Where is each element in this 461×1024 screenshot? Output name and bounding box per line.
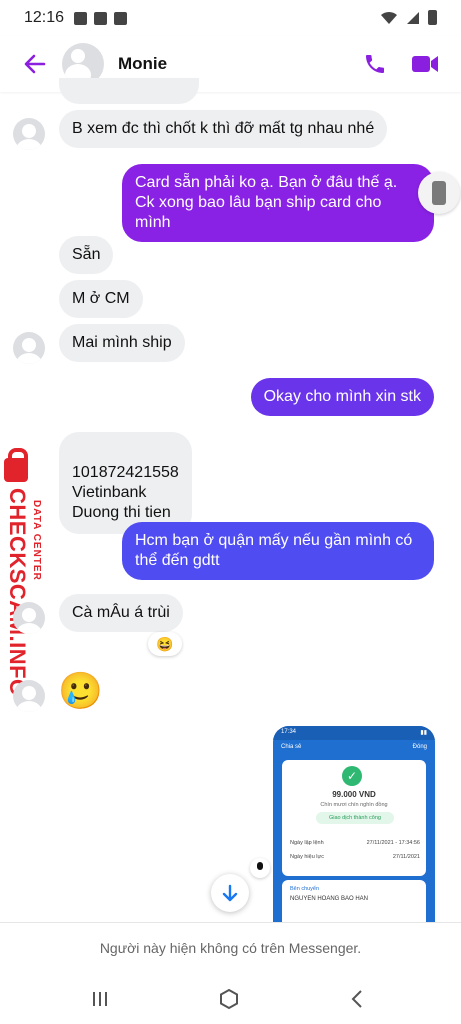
message-bubble-outgoing[interactable]: Okay cho mình xin stk: [250, 378, 434, 416]
reaction-emoji: 😆: [156, 635, 174, 652]
receipt-row: Ngày hiệu lực 27/11/2021: [290, 854, 420, 860]
android-nav-bar: [0, 972, 461, 1024]
recent-apps-icon: [93, 992, 107, 1006]
home-button[interactable]: [216, 986, 242, 1012]
gallery-icon: [74, 11, 88, 25]
receipt-card: ✓ 99.000 VND Chín mươi chín nghìn đồng G…: [282, 760, 426, 876]
message-bubble-incoming[interactable]: Sẵn: [59, 236, 114, 274]
watermark-main-text: CHECKSCAM.INFO: [5, 488, 30, 697]
signal-icon: [407, 11, 419, 24]
message-text: Mai mình ship: [72, 334, 172, 351]
receipt-row-value: 27/11/2021: [392, 854, 420, 860]
message-text: Cà mÂu á trùi: [72, 604, 170, 621]
message-text: B xem đc thì chốt k thì đỡ mất tg nhau n…: [72, 120, 375, 137]
receipt-amount-words: Chín mươi chín nghìn đồng: [320, 802, 388, 808]
receipt-share: Chia sẻ: [281, 744, 302, 750]
beneficiary-label: Bên chuyển: [290, 886, 320, 892]
phone-icon: [366, 55, 384, 73]
message-bubble-incoming[interactable]: Mai mình ship: [59, 324, 185, 362]
receipt-status-bar: 17:34 ▮▮: [273, 726, 435, 740]
recent-apps-button[interactable]: [87, 986, 113, 1012]
watermark-sub-text: DATA CENTER: [31, 500, 42, 581]
battery-icon: [428, 10, 437, 25]
notice-text: Người này hiện không có trên Messenger.: [99, 940, 362, 956]
message-bubble-partial: [59, 78, 199, 104]
emoji-text: 🥲: [58, 670, 103, 711]
home-icon: [220, 988, 238, 1010]
contact-avatar-small: [13, 118, 45, 150]
back-chevron-icon: [351, 990, 362, 1008]
voice-call-button[interactable]: [355, 44, 395, 84]
checkscam-watermark: CHECKSCAM.INFO DATA CENTER: [2, 448, 50, 697]
message-bubble-incoming[interactable]: B xem đc thì chốt k thì đỡ mất tg nhau n…: [59, 110, 388, 148]
video-camera-icon: [412, 56, 438, 72]
contact-avatar-small: [13, 332, 45, 364]
contact-name[interactable]: Monie: [118, 54, 355, 74]
wifi-icon: [381, 11, 397, 24]
arrow-down-icon: [222, 884, 238, 902]
contact-avatar-small: [13, 680, 45, 712]
handle-icon: [432, 181, 446, 205]
message-text: Sẵn: [72, 246, 101, 263]
emoji-message[interactable]: 🥲: [58, 668, 103, 714]
video-call-button[interactable]: [405, 44, 445, 84]
scroll-to-bottom-button[interactable]: [211, 874, 249, 912]
message-text: Okay cho mình xin stk: [263, 388, 421, 405]
message-bubble-incoming[interactable]: M ở CM: [59, 280, 143, 318]
seen-indicator: [250, 858, 270, 878]
back-button[interactable]: [12, 41, 58, 87]
message-bubble-outgoing[interactable]: Hcm bạn ở quận mấy nếu gần mình có thể đ…: [122, 522, 434, 580]
message-text: Card sẵn phải ko ạ. Bạn ở đâu thế ạ. Ck …: [135, 174, 398, 231]
message-bubble-outgoing[interactable]: Card sẵn phải ko ạ. Bạn ở đâu thế ạ. Ck …: [122, 164, 434, 242]
app-notification-icon: [114, 11, 128, 25]
receipt-card-beneficiary: Bên chuyển NGUYEN HOANG BAO HAN: [282, 880, 426, 926]
status-bar: 12:16: [0, 0, 461, 36]
lock-icon: [4, 448, 28, 482]
unavailable-notice: Người này hiện không có trên Messenger.: [0, 922, 461, 972]
status-right: [380, 10, 437, 25]
message-text: M ở CM: [72, 290, 130, 307]
receipt-toolbar: Chia sẻ Đóng: [273, 740, 435, 756]
bubble-handle[interactable]: [418, 172, 460, 214]
back-nav-button[interactable]: [344, 986, 370, 1012]
message-reaction[interactable]: 😆: [148, 632, 182, 656]
receipt-row-label: Ngày hiệu lực: [290, 854, 324, 860]
message-text: 101872421558 Vietinbank Duong thi tien: [72, 464, 179, 521]
message-text: Hcm bạn ở quận mấy nếu gần mình có thể đ…: [135, 532, 413, 569]
message-bubble-incoming[interactable]: 101872421558 Vietinbank Duong thi tien: [59, 432, 192, 534]
message-bubble-incoming[interactable]: Cà mÂu á trùi: [59, 594, 183, 632]
beneficiary-name: NGUYEN HOANG BAO HAN: [290, 896, 369, 902]
receipt-status-badge: Giao dịch thành công: [316, 812, 394, 824]
check-icon: ✓: [342, 766, 362, 786]
receipt-image-message[interactable]: 17:34 ▮▮ Chia sẻ Đóng ✓ 99.000 VND Chín …: [273, 726, 435, 926]
shop-icon: [94, 11, 108, 25]
receipt-time: 17:34: [281, 729, 297, 735]
receipt-signal-icon: ▮▮: [420, 730, 427, 736]
back-arrow-icon: [24, 54, 46, 74]
mic-icon: [257, 862, 263, 870]
receipt-close: Đóng: [412, 744, 427, 750]
receipt-amount: 99.000 VND: [332, 790, 376, 799]
receipt-row-label: Ngày lập lệnh: [290, 840, 324, 846]
contact-avatar-small: [13, 602, 45, 634]
receipt-row-value: 27/11/2021 - 17:34:56: [366, 840, 420, 846]
receipt-row: Ngày lập lệnh 27/11/2021 - 17:34:56: [290, 840, 420, 846]
status-time: 12:16: [24, 9, 65, 26]
